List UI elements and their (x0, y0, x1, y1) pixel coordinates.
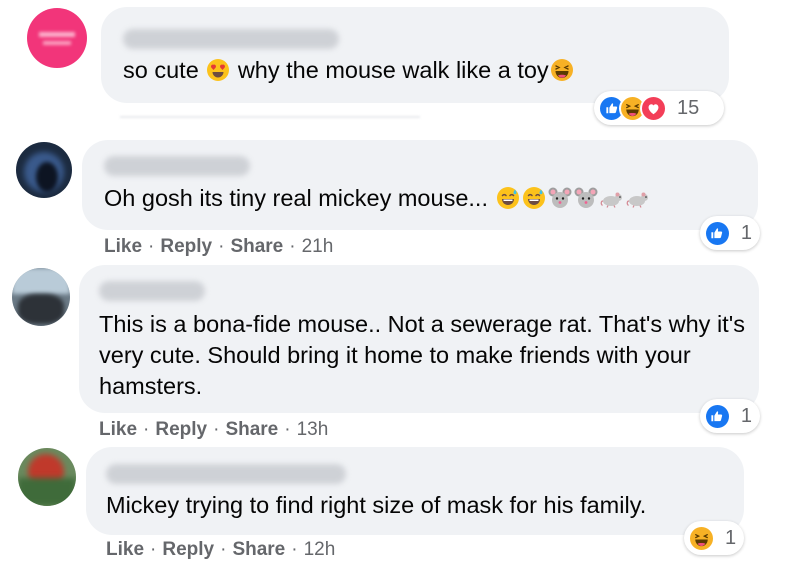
avatar[interactable] (16, 142, 72, 198)
comment-text: This is a bona-fide mouse.. Not a sewera… (99, 311, 745, 399)
share-link[interactable]: Share (232, 539, 285, 560)
timestamp[interactable]: 12h (304, 539, 336, 560)
reaction-summary[interactable]: 1 (700, 399, 760, 433)
mouse-face-icon (548, 186, 572, 210)
comment-bubble: This is a bona-fide mouse.. Not a sewera… (79, 265, 759, 413)
reaction-count: 1 (725, 526, 737, 549)
comment-bubble: Oh gosh its tiny real mickey mouse... (82, 140, 758, 230)
heart-eyes-icon (206, 58, 230, 82)
reaction-summary[interactable]: 1 (684, 521, 744, 555)
avatar[interactable] (12, 268, 70, 326)
comment-4: Mickey trying to find right size of mask… (0, 442, 800, 567)
comment-actions: Like · Reply · Share · 13h (99, 419, 329, 440)
reply-link[interactable]: Reply (155, 419, 207, 440)
rat-icon (600, 186, 624, 210)
laughing-tears-icon (550, 58, 574, 82)
avatar[interactable] (27, 8, 87, 68)
haha-icon (688, 524, 715, 552)
comment-bubble: Mickey trying to find right size of mask… (86, 447, 744, 535)
reaction-count: 1 (740, 221, 752, 244)
comment-text: Mickey trying to find right size of mask… (106, 492, 647, 518)
reaction-count: 1 (740, 404, 752, 427)
sweat-smile-icon (522, 186, 546, 210)
author-name-blurred[interactable] (104, 156, 250, 176)
comment-3: This is a bona-fide mouse.. Not a sewera… (0, 262, 800, 442)
comment-bubble: so cute why the mouse walk like a toy (101, 7, 729, 103)
author-name-blurred[interactable] (99, 281, 205, 301)
divider (120, 116, 420, 118)
share-link[interactable]: Share (225, 419, 278, 440)
comment-actions: Like · Reply · Share · 21h (104, 236, 334, 257)
comment-text: so cute why the mouse walk like a toy (123, 55, 575, 86)
like-link[interactable]: Like (106, 539, 144, 560)
mouse-face-icon (574, 186, 598, 210)
like-icon (704, 402, 731, 430)
timestamp[interactable]: 21h (302, 236, 334, 257)
avatar[interactable] (18, 448, 76, 506)
comment-text: Oh gosh its tiny real mickey mouse... (104, 183, 651, 214)
reaction-count: 15 (677, 96, 700, 119)
comment-2: Oh gosh its tiny real mickey mouse... 1 … (0, 120, 800, 260)
like-link[interactable]: Like (99, 419, 137, 440)
like-link[interactable]: Like (104, 236, 142, 257)
reply-link[interactable]: Reply (162, 539, 214, 560)
like-icon (704, 219, 731, 247)
timestamp[interactable]: 13h (297, 419, 329, 440)
share-link[interactable]: Share (230, 236, 283, 257)
reply-link[interactable]: Reply (160, 236, 212, 257)
sweat-smile-icon (496, 186, 520, 210)
comment-1: so cute why the mouse walk like a toy 15 (0, 0, 800, 125)
love-icon (640, 94, 667, 122)
author-name-blurred[interactable] (123, 29, 339, 49)
rat-icon (626, 186, 650, 210)
reaction-summary[interactable]: 1 (700, 216, 760, 250)
comment-actions: Like · Reply · Share · 12h (106, 539, 336, 560)
author-name-blurred[interactable] (106, 464, 346, 484)
